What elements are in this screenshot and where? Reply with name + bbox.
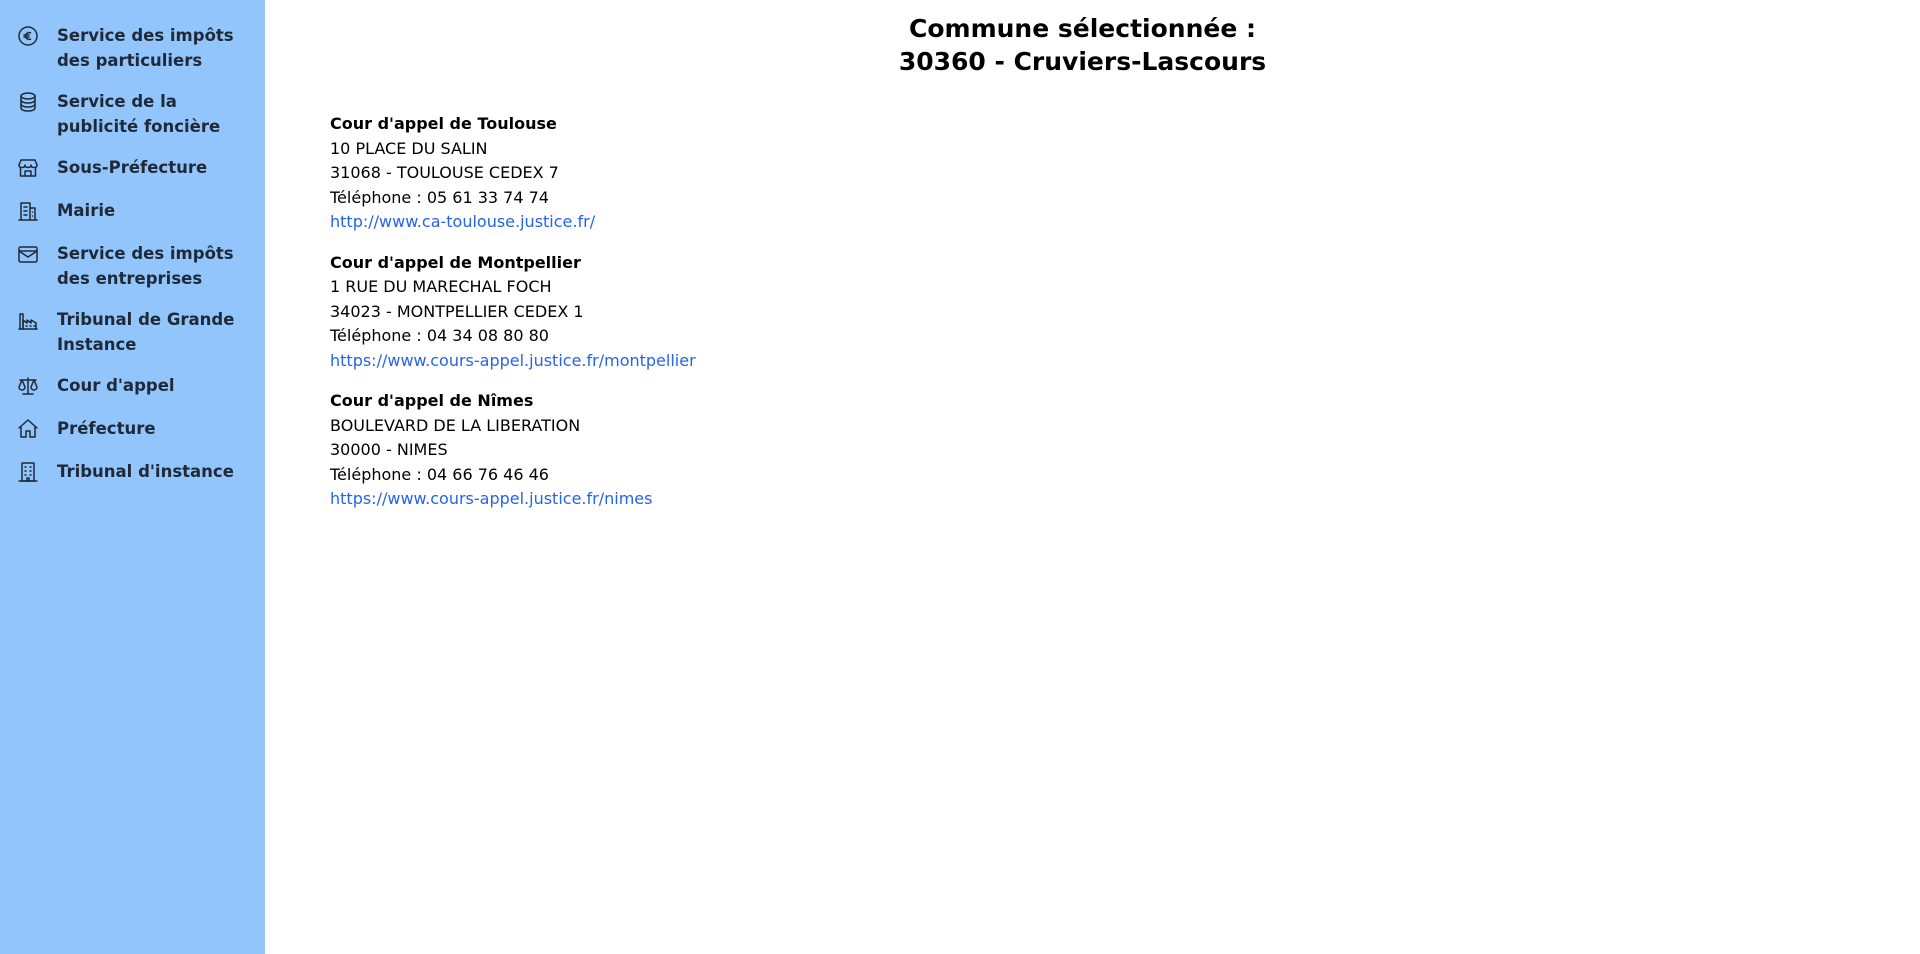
court-list: Cour d'appel de Toulouse 10 PLACE DU SAL…: [330, 112, 696, 528]
sidebar-item-mairie[interactable]: Mairie: [0, 193, 265, 234]
sidebar-item-label: Service de la publicité foncière: [57, 92, 221, 136]
building-icon: [14, 458, 42, 486]
page-title: Commune sélectionnée : 30360 - Cruviers-…: [265, 12, 1920, 78]
page-title-line1: Commune sélectionnée :: [909, 14, 1256, 43]
sidebar-item-publicite-fonciere[interactable]: Service de la publicité foncière: [0, 84, 265, 148]
office-building-icon: [14, 197, 42, 225]
sidebar-item-label: Préfecture: [57, 419, 156, 438]
sidebar-item-label: Tribunal de Grande Instance: [57, 310, 235, 354]
sidebar-item-prefecture[interactable]: Préfecture: [0, 411, 265, 452]
app-layout: Service des impôts des particuliers Serv…: [0, 0, 1920, 954]
court-entry: Cour d'appel de Montpellier 1 RUE DU MAR…: [330, 251, 696, 374]
court-name: Cour d'appel de Montpellier: [330, 252, 581, 272]
factory-icon: [14, 306, 42, 334]
sidebar-item-label: Tribunal d'instance: [57, 462, 234, 481]
court-entry: Cour d'appel de Nîmes BOULEVARD DE LA LI…: [330, 389, 696, 512]
euro-icon: [14, 22, 42, 50]
sidebar-item-impots-entreprises[interactable]: Service des impôts des entreprises: [0, 236, 265, 300]
main-content: Commune sélectionnée : 30360 - Cruviers-…: [265, 0, 1920, 954]
sidebar-item-label: Service des impôts des particuliers: [57, 26, 234, 70]
court-phone: Téléphone : 04 34 08 80 80: [330, 326, 549, 345]
sidebar-item-label: Service des impôts des entreprises: [57, 244, 234, 288]
database-icon: [14, 88, 42, 116]
court-name: Cour d'appel de Toulouse: [330, 114, 557, 133]
court-phone: Téléphone : 04 66 76 46 46: [330, 464, 549, 484]
selected-commune: 30360 - Cruviers-Lascours: [898, 47, 1267, 76]
home-icon: [14, 415, 42, 443]
court-entry: Cour d'appel de Toulouse 10 PLACE DU SAL…: [330, 112, 696, 235]
court-website-link[interactable]: https://www.cours-appel.justice.fr/montp…: [330, 349, 696, 374]
court-address: 10 PLACE DU SALIN: [330, 138, 488, 158]
storefront-icon: [14, 154, 42, 182]
sidebar-item-label: Sous-Préfecture: [57, 158, 208, 177]
court-website-link[interactable]: https://www.cours-appel.justice.fr/nimes: [330, 487, 696, 512]
sidebar-item-impots-particuliers[interactable]: Service des impôts des particuliers: [0, 18, 265, 82]
sidebar-item-label: Mairie: [57, 201, 116, 220]
sidebar-item-sous-prefecture[interactable]: Sous-Préfecture: [0, 150, 265, 191]
court-website-link[interactable]: http://www.ca-toulouse.justice.fr/: [330, 210, 696, 235]
scale-icon: [14, 372, 42, 400]
sidebar: Service des impôts des particuliers Serv…: [0, 0, 265, 954]
sidebar-item-tribunal-grande-instance[interactable]: Tribunal de Grande Instance: [0, 302, 265, 366]
sidebar-item-tribunal-instance[interactable]: Tribunal d'instance: [0, 454, 265, 495]
court-city: 30000 - NIMES: [330, 440, 448, 459]
court-name: Cour d'appel de Nîmes: [330, 391, 534, 410]
court-address: BOULEVARD DE LA LIBERATION: [330, 415, 581, 435]
court-city: 31068 - TOULOUSE CEDEX 7: [330, 163, 559, 182]
sidebar-item-label: Cour d'appel: [57, 376, 175, 395]
court-city: 34023 - MONTPELLIER CEDEX 1: [330, 301, 584, 321]
court-address: 1 RUE DU MARECHAL FOCH: [330, 277, 552, 296]
archive-box-icon: [14, 240, 42, 268]
sidebar-item-cour-appel[interactable]: Cour d'appel: [0, 368, 265, 409]
court-phone: Téléphone : 05 61 33 74 74: [330, 187, 549, 207]
